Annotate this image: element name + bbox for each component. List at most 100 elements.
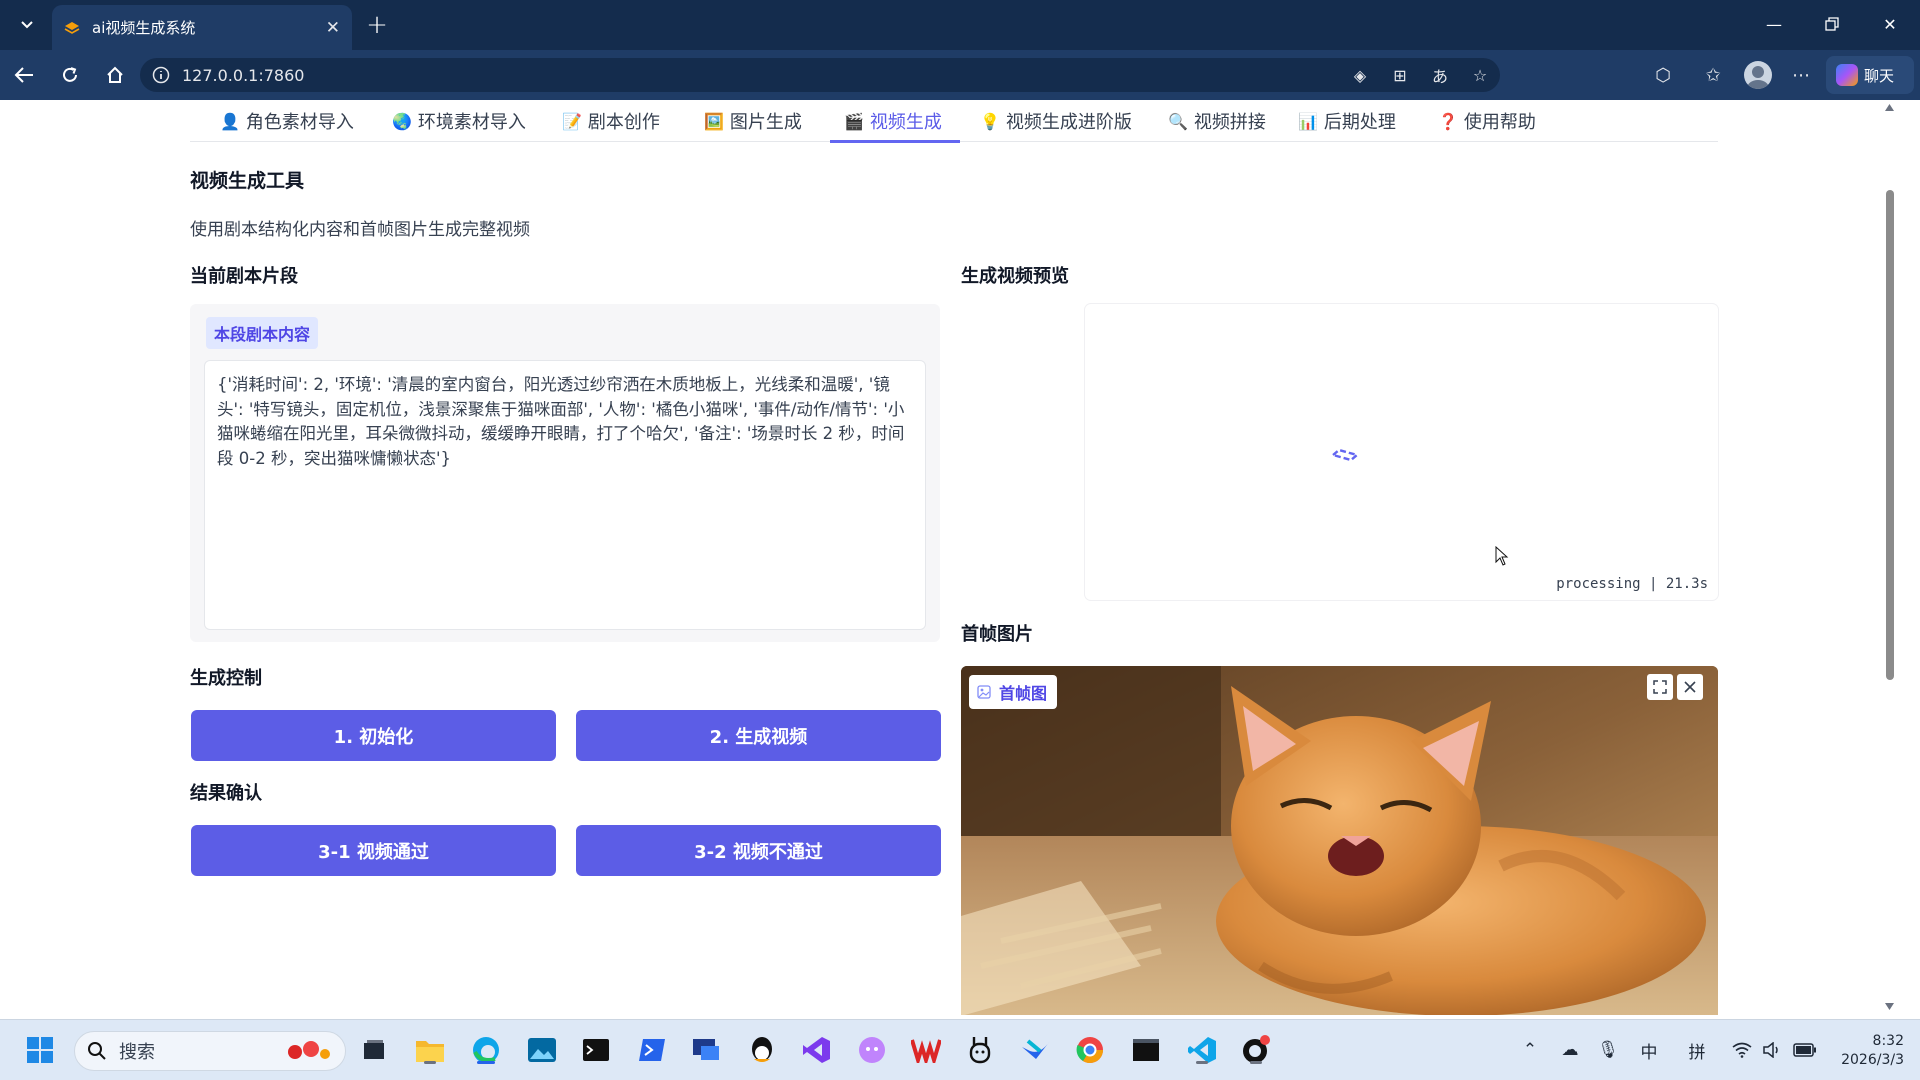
home-button[interactable] (99, 59, 131, 91)
alpaca-app-icon[interactable] (962, 1032, 998, 1068)
file-explorer-icon[interactable] (412, 1032, 448, 1068)
qq-icon[interactable] (744, 1032, 780, 1068)
vscode-icon[interactable] (1184, 1032, 1220, 1068)
task-view-icon[interactable] (356, 1032, 392, 1068)
url-text[interactable]: 127.0.0.1:7860 (182, 66, 304, 85)
tab-video-stitching[interactable]: 🔍 视频拼接 (1168, 100, 1266, 142)
extensions-icon[interactable]: ⬡ (1645, 59, 1681, 91)
info-icon[interactable] (152, 66, 170, 84)
video-pass-button[interactable]: 3-1 视频通过 (191, 825, 556, 876)
more-menu-icon[interactable]: ⋯ (1783, 59, 1819, 91)
generate-video-button[interactable]: 2. 生成视频 (576, 710, 941, 761)
chrome-icon[interactable] (1072, 1032, 1108, 1068)
tab-label: 视频生成 (869, 112, 942, 133)
tab-label: 剧本创作 (587, 112, 660, 133)
visual-studio-icon[interactable] (798, 1032, 834, 1068)
obs-studio-icon[interactable] (1238, 1032, 1274, 1068)
cmd-terminal-icon[interactable] (1128, 1032, 1164, 1068)
tab-label: 使用帮助 (1463, 112, 1536, 133)
tab-video-generation-advanced[interactable]: 💡 视频生成进阶版 (980, 100, 1132, 142)
initialize-button[interactable]: 1. 初始化 (191, 710, 556, 761)
start-button[interactable] (22, 1032, 58, 1068)
tab-script-writing[interactable]: 📝 剧本创作 (562, 100, 660, 142)
ime-language-indicator[interactable]: 中 (1636, 1032, 1662, 1068)
system-clock[interactable]: 8:32 2026/3/3 (1824, 1032, 1904, 1070)
arrow-left-icon (14, 67, 33, 83)
new-tab-button[interactable]: + (362, 10, 392, 40)
person-icon: 👤 (220, 111, 240, 131)
copilot-button[interactable]: 聊天 (1826, 56, 1914, 94)
page-scrollbar[interactable] (1882, 100, 1896, 1015)
close-window-button[interactable]: ✕ (1861, 0, 1919, 48)
reload-button[interactable] (54, 59, 86, 91)
scroll-down-icon[interactable] (1885, 1003, 1894, 1010)
battery-icon[interactable] (1792, 1032, 1818, 1068)
browser-titlebar: ai视频生成系统 ✕ + — ✕ (0, 0, 1920, 50)
tab-environment-import[interactable]: 🌏 环境素材导入 (392, 100, 526, 142)
profile-avatar[interactable] (1744, 61, 1772, 89)
restore-button[interactable] (1803, 0, 1861, 48)
star-icon[interactable]: ☆ (1460, 58, 1500, 92)
tab-video-generation[interactable]: 🎬 视频生成 (830, 100, 960, 143)
app-grid-icon[interactable]: ⊞ (1380, 58, 1420, 92)
tab-actions-button[interactable] (8, 8, 46, 42)
confirm-section-heading: 结果确认 (190, 783, 262, 804)
scroll-up-icon[interactable] (1885, 104, 1894, 111)
tab-label: 角色素材导入 (245, 112, 354, 133)
scrollbar-thumb[interactable] (1886, 190, 1894, 680)
wifi-icon[interactable] (1730, 1032, 1754, 1068)
memo-icon: 📝 (562, 111, 582, 131)
tab-image-generation[interactable]: 🖼️ 图片生成 (704, 100, 802, 142)
volume-icon[interactable] (1760, 1032, 1784, 1068)
chevron-down-icon (21, 21, 33, 29)
tab-role-import[interactable]: 👤 角色素材导入 (220, 100, 354, 142)
video-fail-button[interactable]: 3-2 视频不通过 (576, 825, 941, 876)
show-hidden-icons-button[interactable]: ⌃ (1518, 1032, 1542, 1068)
script-content-textarea[interactable]: {'消耗时间': 2, '环境': '清晨的室内窗台，阳光透过纱帘洒在木质地板上… (204, 360, 926, 630)
edge-browser-icon[interactable] (468, 1032, 504, 1068)
video-preview[interactable]: processing | 21.3s (1085, 304, 1718, 600)
address-bar[interactable]: 127.0.0.1:7860 ◈ ⊞ あ ☆ (140, 58, 1500, 92)
terminal-app-icon[interactable] (578, 1032, 614, 1068)
copilot-icon (1836, 64, 1858, 86)
cat-app-icon[interactable] (854, 1032, 890, 1068)
globe-icon: 🌏 (392, 111, 412, 131)
script-section-heading: 当前剧本片段 (190, 266, 298, 287)
fullscreen-button[interactable] (1647, 674, 1673, 700)
remote-desktop-icon[interactable] (688, 1032, 724, 1068)
first-frame-section-heading: 首帧图片 (961, 624, 1033, 645)
processing-status: processing | 21.3s (1556, 576, 1708, 592)
powershell-icon[interactable] (634, 1032, 670, 1068)
photos-app-icon[interactable] (524, 1032, 560, 1068)
browser-tab-active[interactable]: ai视频生成系统 ✕ (52, 5, 352, 50)
ime-mode-indicator[interactable]: 拼 (1684, 1032, 1710, 1068)
lantern-decoration-icon (288, 1041, 330, 1059)
clear-image-button[interactable] (1677, 674, 1703, 700)
tab-help[interactable]: ❓ 使用帮助 (1438, 100, 1536, 142)
onedrive-cloud-icon[interactable]: ☁ (1556, 1032, 1584, 1068)
tab-label: 后期处理 (1323, 112, 1396, 133)
favorites-icon[interactable]: ✩ (1695, 59, 1731, 91)
tab-label: 视频拼接 (1193, 112, 1266, 133)
shield-icon[interactable]: ◈ (1340, 58, 1380, 92)
back-button[interactable] (8, 59, 40, 91)
translate-icon[interactable]: あ (1420, 58, 1460, 92)
feishu-icon[interactable] (1018, 1032, 1054, 1068)
control-section-heading: 生成控制 (190, 668, 262, 689)
search-placeholder: 搜索 (119, 1042, 155, 1063)
image-icon (977, 685, 991, 699)
tab-label: 视频生成进阶版 (1005, 112, 1132, 133)
tab-post-processing[interactable]: 📊 后期处理 (1298, 100, 1396, 142)
clock-time: 8:32 (1872, 1033, 1904, 1049)
wps-office-icon[interactable] (908, 1032, 944, 1068)
mouse-cursor-icon (1495, 546, 1509, 566)
taskbar-search[interactable]: 搜索 (74, 1031, 346, 1071)
tab-label: 环境素材导入 (417, 112, 526, 133)
close-tab-icon[interactable]: ✕ (326, 18, 340, 38)
minimize-button[interactable]: — (1745, 0, 1803, 48)
magnifier-icon: 🔍 (1168, 111, 1188, 131)
search-icon (88, 1042, 106, 1060)
first-frame-image[interactable]: 首帧图 (961, 666, 1718, 1015)
web-page: 👤 角色素材导入 🌏 环境素材导入 📝 剧本创作 🖼️ 图片生成 🎬 视频生成 💡 视频生成… (6, 100, 1896, 1015)
microphone-icon[interactable]: 🎙 (1596, 1032, 1620, 1068)
